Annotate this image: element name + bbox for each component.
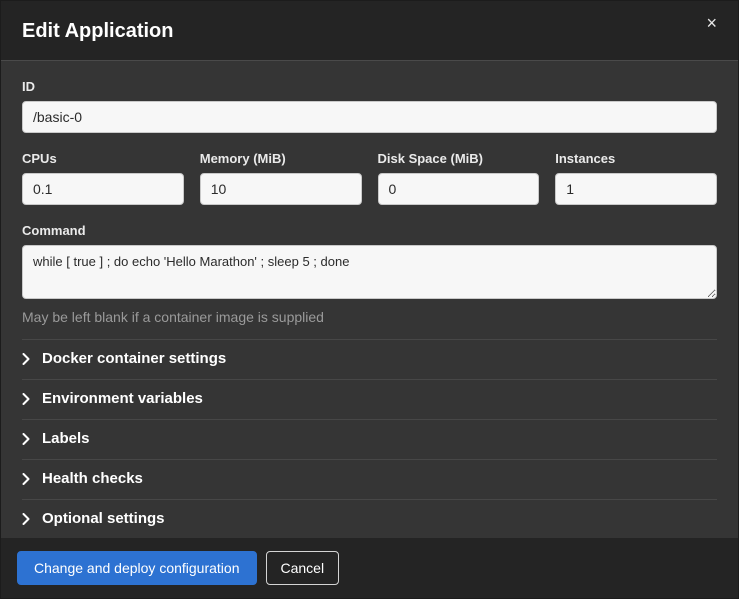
command-textarea[interactable]: while [ true ] ; do echo 'Hello Marathon… (22, 245, 717, 299)
cpus-label: CPUs (22, 151, 184, 167)
section-health-checks[interactable]: Health checks (22, 460, 717, 500)
instances-label: Instances (555, 151, 717, 167)
section-label: Health checks (42, 470, 143, 488)
cpus-field-group: CPUs (22, 151, 184, 205)
id-input[interactable] (22, 101, 717, 133)
chevron-right-icon (22, 433, 30, 445)
section-optional-settings[interactable]: Optional settings (22, 500, 717, 538)
chevron-right-icon (22, 513, 30, 525)
section-label: Labels (42, 430, 90, 448)
section-environment-variables[interactable]: Environment variables (22, 380, 717, 420)
section-labels[interactable]: Labels (22, 420, 717, 460)
cpus-input[interactable] (22, 173, 184, 205)
disk-label: Disk Space (MiB) (378, 151, 540, 167)
section-docker-container-settings[interactable]: Docker container settings (22, 340, 717, 380)
instances-field-group: Instances (555, 151, 717, 205)
command-help-text: May be left blank if a container image i… (22, 309, 717, 326)
change-and-deploy-button[interactable]: Change and deploy configuration (17, 551, 257, 585)
chevron-right-icon (22, 353, 30, 365)
section-label: Docker container settings (42, 350, 226, 368)
id-field-group: ID (22, 79, 717, 133)
section-label: Environment variables (42, 390, 203, 408)
modal-body: ID CPUs Memory (MiB) Disk Space (MiB) In… (1, 61, 738, 538)
modal-header: Edit Application × (1, 1, 738, 61)
edit-application-modal: Edit Application × ID CPUs Memory (MiB) … (0, 0, 739, 599)
cancel-button[interactable]: Cancel (266, 551, 340, 585)
chevron-right-icon (22, 393, 30, 405)
disk-field-group: Disk Space (MiB) (378, 151, 540, 205)
command-label: Command (22, 223, 717, 239)
resources-row: CPUs Memory (MiB) Disk Space (MiB) Insta… (22, 151, 717, 205)
memory-field-group: Memory (MiB) (200, 151, 362, 205)
section-label: Optional settings (42, 510, 165, 528)
close-icon[interactable]: × (702, 12, 721, 34)
memory-input[interactable] (200, 173, 362, 205)
id-label: ID (22, 79, 717, 95)
memory-label: Memory (MiB) (200, 151, 362, 167)
collapsible-sections: Docker container settings Environment va… (22, 339, 717, 538)
chevron-right-icon (22, 473, 30, 485)
disk-input[interactable] (378, 173, 540, 205)
modal-footer: Change and deploy configuration Cancel (1, 538, 738, 598)
modal-title: Edit Application (22, 18, 173, 44)
command-field-group: Command while [ true ] ; do echo 'Hello … (22, 223, 717, 326)
instances-input[interactable] (555, 173, 717, 205)
